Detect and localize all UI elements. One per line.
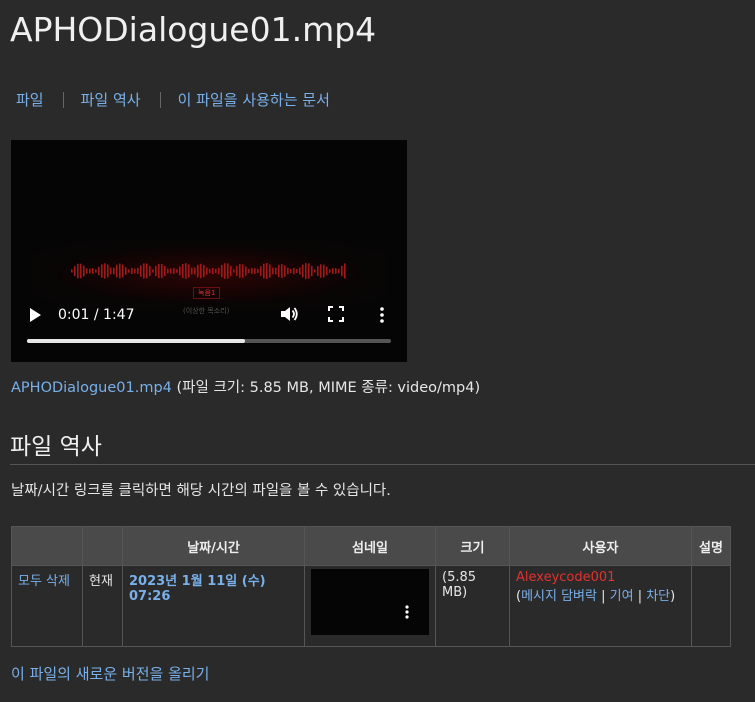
user-block-link[interactable]: 차단	[646, 589, 670, 604]
thumbnail-cell	[304, 565, 436, 647]
video-subtitle-tag: 녹음1	[193, 287, 221, 299]
delete-all-link[interactable]: 모두 삭제	[18, 574, 70, 589]
tab-file-usage[interactable]: 이 파일을 사용하는 문서	[178, 89, 330, 110]
tab-file-history[interactable]: 파일 역사	[81, 89, 141, 110]
video-time-display: 0:01 / 1:47	[58, 307, 135, 323]
description-cell	[691, 565, 731, 647]
date-link[interactable]: 2023년 1월 11일 (수) 07:26	[129, 574, 266, 604]
history-description: 날짜/시간 링크를 클릭하면 해당 시간의 파일을 볼 수 있습니다.	[11, 483, 391, 499]
table-header-empty	[82, 526, 123, 566]
tab-divider	[159, 91, 161, 108]
table-row: 모두 삭제 현재 2023년 1월 11일 (수) 07:26 (5.85 MB…	[11, 565, 731, 647]
version-thumbnail[interactable]	[311, 569, 429, 635]
heading-divider	[10, 464, 755, 465]
video-progress-bar[interactable]	[27, 339, 391, 343]
table-header-date: 날짜/시간	[122, 526, 305, 566]
file-details: (파일 크기: 5.85 MB, MIME 종류: video/mp4)	[171, 380, 481, 396]
file-info: APHODialogue01.mp4 (파일 크기: 5.85 MB, MIME…	[11, 376, 480, 397]
table-header-row: 날짜/시간 섬네일 크기 사용자 설명	[11, 526, 731, 566]
user-link[interactable]: Alexeycode001	[516, 570, 615, 585]
history-heading: 파일 역사	[10, 434, 102, 460]
volume-icon[interactable]	[279, 304, 299, 324]
fullscreen-icon[interactable]	[328, 306, 344, 322]
video-waveform	[71, 262, 346, 280]
video-player[interactable]: 녹음1 (이상한 목소리) 0:01 / 1:47	[11, 140, 407, 362]
file-tabs: 파일 파일 역사 이 파일을 사용하는 문서	[16, 89, 330, 110]
user-contribs-link[interactable]: 기여	[610, 589, 634, 604]
tab-divider	[62, 91, 64, 108]
tab-file[interactable]: 파일	[16, 89, 44, 110]
user-talk-link[interactable]: 메시지 담벼락	[521, 589, 597, 604]
size-cell: (5.85 MB)	[435, 565, 510, 647]
video-subtitle-text: (이상한 목소리)	[183, 307, 230, 315]
user-cell: Alexeycode001 (메시지 담벼락 | 기여 | 차단)	[509, 565, 692, 647]
play-icon[interactable]	[30, 308, 41, 322]
file-history-table: 날짜/시간 섬네일 크기 사용자 설명 모두 삭제 현재 2023년 1월 11…	[11, 526, 731, 647]
table-header-thumbnail: 섬네일	[304, 526, 436, 566]
more-options-icon[interactable]	[378, 306, 386, 324]
current-cell: 현재	[82, 565, 123, 647]
upload-new-version-link[interactable]: 이 파일의 새로운 버전을 올리기	[11, 663, 209, 684]
more-options-icon[interactable]	[405, 605, 409, 619]
table-header-user: 사용자	[509, 526, 692, 566]
table-header-empty	[11, 526, 83, 566]
page-title: APHODialogue01.mp4	[10, 10, 377, 49]
user-tools: (메시지 담벼락 | 기여 | 차단)	[516, 589, 676, 604]
file-link[interactable]: APHODialogue01.mp4	[11, 380, 172, 396]
table-header-description: 설명	[691, 526, 731, 566]
date-cell: 2023년 1월 11일 (수) 07:26	[122, 565, 305, 647]
video-progress-fill	[27, 339, 246, 343]
delete-cell: 모두 삭제	[11, 565, 83, 647]
table-header-size: 크기	[435, 526, 510, 566]
